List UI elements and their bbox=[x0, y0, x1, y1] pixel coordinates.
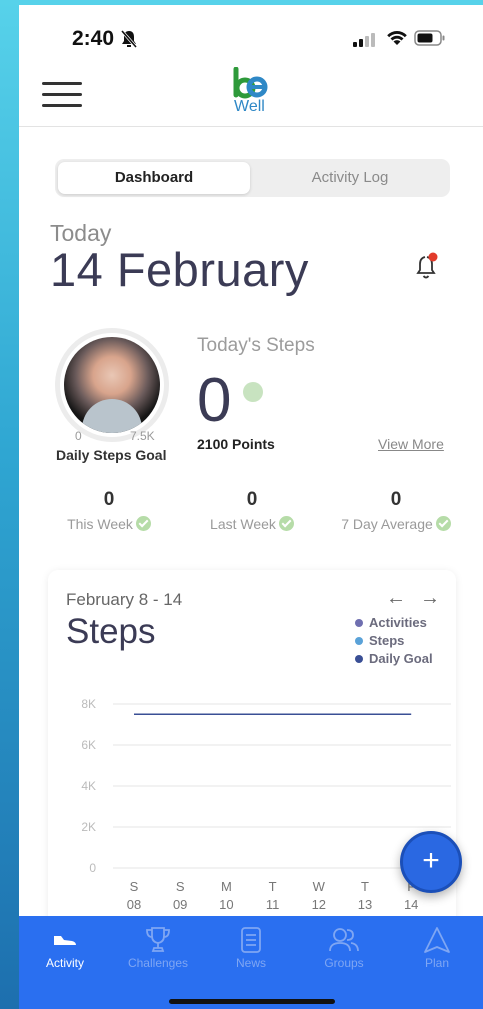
home-indicator bbox=[169, 999, 335, 1004]
tab-label: Challenges bbox=[127, 956, 189, 970]
trophy-icon bbox=[146, 927, 170, 952]
x-tick-label: M bbox=[221, 879, 232, 894]
stat-value: 0 bbox=[103, 489, 115, 510]
tab-label: Groups bbox=[324, 956, 364, 970]
phone-screen: 2:40 Well Dashboard Activity Log Today 1… bbox=[19, 5, 483, 1009]
todays-steps-title: Today's Steps bbox=[197, 335, 315, 356]
y-tick-label: 4K bbox=[81, 779, 96, 793]
app-header: Well bbox=[19, 65, 483, 127]
check-icon bbox=[278, 516, 294, 531]
battery-icon bbox=[414, 30, 445, 46]
legend-label: Steps bbox=[369, 633, 405, 648]
bottom-tab-bar: Activity Challenges News Groups Plan bbox=[19, 916, 483, 1009]
y-tick-label: 2K bbox=[81, 820, 96, 834]
chart-title: Steps bbox=[66, 612, 156, 651]
x-tick-label: 08 bbox=[127, 897, 141, 912]
status-time: 2:40 bbox=[72, 27, 115, 50]
steps-chart-card: February 8 - 14 Steps ← → Activities Ste… bbox=[48, 570, 456, 950]
x-tick-label: 11 bbox=[266, 897, 280, 912]
x-tick-label: 14 bbox=[404, 897, 418, 912]
stat-value: 0 bbox=[246, 489, 258, 510]
chart-legend: Activities Steps Daily Goal bbox=[355, 614, 433, 668]
ring-min-label: 0 bbox=[75, 429, 82, 443]
tab-plan[interactable]: Plan bbox=[391, 924, 483, 970]
stat-label: Last Week bbox=[210, 516, 276, 532]
x-tick-label: 13 bbox=[358, 897, 372, 912]
legend-label: Activities bbox=[369, 615, 427, 630]
menu-icon[interactable] bbox=[42, 82, 82, 107]
check-icon bbox=[135, 516, 151, 531]
legend-item: Activities bbox=[355, 614, 433, 632]
tab-groups[interactable]: Groups bbox=[298, 924, 390, 970]
tab-challenges[interactable]: Challenges bbox=[112, 924, 204, 970]
check-icon bbox=[243, 382, 263, 402]
daily-steps-goal-label: Daily Steps Goal bbox=[56, 447, 167, 463]
stat-7-day-average: 0 7 Day Average bbox=[336, 489, 456, 532]
x-tick-label: S bbox=[130, 879, 139, 894]
arrow-right-icon[interactable]: → bbox=[420, 587, 440, 610]
stat-label: 7 Day Average bbox=[341, 516, 433, 532]
legend-label: Daily Goal bbox=[369, 651, 433, 666]
stat-value: 0 bbox=[390, 489, 402, 510]
x-tick-label: T bbox=[269, 879, 277, 894]
x-tick-label: S bbox=[176, 879, 185, 894]
tab-label: News bbox=[235, 956, 266, 970]
avatar[interactable] bbox=[64, 337, 160, 433]
y-tick-label: 0 bbox=[89, 861, 96, 875]
tab-activity-log[interactable]: Activity Log bbox=[253, 162, 447, 194]
wifi-icon bbox=[387, 30, 407, 45]
tab-activity[interactable]: Activity bbox=[19, 924, 111, 970]
groups-icon bbox=[329, 928, 359, 952]
chart-date-range: February 8 - 14 bbox=[66, 590, 183, 609]
tab-dashboard[interactable]: Dashboard bbox=[58, 162, 250, 194]
stat-last-week: 0 Last Week bbox=[192, 489, 312, 532]
legend-item: Steps bbox=[355, 632, 433, 650]
points-label: 2100 Points bbox=[197, 436, 275, 452]
shoe-icon bbox=[54, 936, 76, 945]
y-tick-label: 8K bbox=[81, 697, 96, 711]
stat-label: This Week bbox=[67, 516, 133, 532]
y-tick-label: 6K bbox=[81, 738, 96, 752]
tab-label: Plan bbox=[424, 956, 450, 970]
ring-max-label: 7.5K bbox=[130, 429, 155, 443]
notification-bell-icon[interactable] bbox=[415, 251, 441, 281]
x-tick-label: 12 bbox=[312, 897, 326, 912]
view-switcher: Dashboard Activity Log bbox=[55, 159, 450, 197]
x-tick-label: 09 bbox=[173, 897, 187, 912]
legend-swatch bbox=[355, 637, 363, 645]
steps-chart: 8K6K4K2K0S08S09M10T11W12T13F14 bbox=[81, 697, 451, 912]
check-icon bbox=[435, 516, 451, 531]
tab-news[interactable]: News bbox=[205, 924, 297, 970]
bell-muted-icon bbox=[120, 30, 138, 48]
x-tick-label: T bbox=[361, 879, 369, 894]
status-bar: 2:40 bbox=[19, 5, 483, 71]
view-more-link[interactable]: View More bbox=[378, 436, 444, 452]
x-tick-label: 10 bbox=[219, 897, 233, 912]
arrow-left-icon[interactable]: ← bbox=[386, 587, 406, 610]
logo-wordmark: Well bbox=[234, 98, 265, 115]
stat-this-week: 0 This Week bbox=[49, 489, 169, 532]
news-icon bbox=[241, 927, 261, 953]
legend-swatch bbox=[355, 655, 363, 663]
legend-swatch bbox=[355, 619, 363, 627]
cellular-signal-icon bbox=[353, 33, 375, 47]
page-title: 14 February bbox=[50, 243, 309, 296]
plan-icon bbox=[424, 927, 450, 953]
add-button[interactable]: + bbox=[400, 831, 462, 893]
tab-label: Activity bbox=[45, 956, 84, 970]
x-tick-label: W bbox=[313, 879, 326, 894]
todays-steps-value: 0 bbox=[197, 366, 232, 435]
legend-item: Daily Goal bbox=[355, 650, 433, 668]
